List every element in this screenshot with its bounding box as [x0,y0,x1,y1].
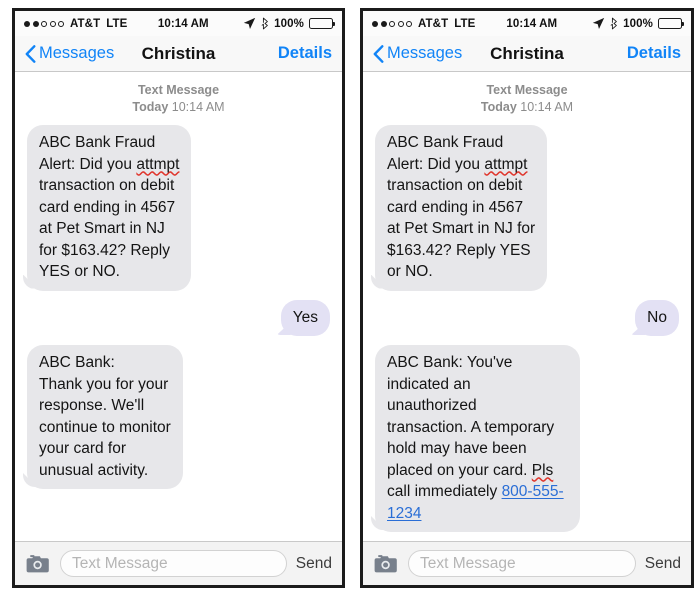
network-type-label: LTE [106,17,128,30]
chevron-left-icon [373,44,384,63]
message-composer: Text Message Send [363,541,691,585]
bluetooth-icon [610,17,618,30]
details-button[interactable]: Details [278,44,332,63]
status-right-group: 100% [243,17,336,30]
signal-strength-dots [372,20,412,27]
conversation-thread[interactable]: Text Message Today 10:14 AM ABC Bank Fra… [15,72,342,541]
battery-percent-label: 100% [274,17,304,30]
location-arrow-icon [592,17,605,30]
message-bubble-received[interactable]: ABC Bank: Thank you for your response. W… [27,345,183,489]
message-bubble-sent[interactable]: Yes [280,299,330,336]
battery-full-icon [658,18,685,29]
carrier-label: AT&T [70,17,101,30]
message-bubble-received[interactable]: ABC Bank Fraud Alert: Did you attmpt tra… [375,125,548,291]
send-button[interactable]: Send [645,555,681,573]
spellcheck-word: Pls [531,461,554,479]
location-arrow-icon [243,17,256,30]
message-bubble-received[interactable]: ABC Bank: You've indicated an unauthoriz… [375,345,580,532]
message-row: ABC Bank Fraud Alert: Did you attmpt tra… [27,125,330,291]
bluetooth-icon [261,17,269,30]
send-button[interactable]: Send [296,555,332,573]
thread-time-label: 10:14 AM [520,100,574,114]
battery-percent-label: 100% [623,17,653,30]
thread-timestamp: Text Message Today 10:14 AM [375,82,679,116]
status-bar: AT&T LTE 10:14 AM 100% [15,11,342,36]
message-bubble-received[interactable]: ABC Bank Fraud Alert: Did you attmpt tra… [27,125,192,291]
back-button-label: Messages [39,44,115,62]
navigation-bar: Messages Christina Details [363,36,691,72]
message-input-placeholder: Text Message [420,554,516,572]
details-button[interactable]: Details [627,44,681,63]
message-composer: Text Message Send [15,541,342,585]
message-row: ABC Bank Fraud Alert: Did you attmpt tra… [375,125,679,291]
camera-icon[interactable] [373,554,399,574]
thread-timestamp: Text Message Today 10:14 AM [27,82,330,116]
phone-panel-left: AT&T LTE 10:14 AM 100% Messages Christin… [12,8,345,588]
status-right-group: 100% [592,17,685,30]
message-text-part: call immediately [387,483,498,500]
back-button-label: Messages [387,44,463,62]
status-left-group: AT&T LTE [24,18,127,30]
phone-panel-right: AT&T LTE 10:14 AM 100% Messages Christin… [360,8,694,588]
thread-day-label: Today [480,100,517,114]
message-input[interactable]: Text Message [60,550,287,577]
chevron-left-icon [25,44,36,63]
status-clock: 10:14 AM [506,17,558,30]
status-bar: AT&T LTE 10:14 AM 100% [363,11,691,36]
message-input[interactable]: Text Message [408,550,636,577]
message-text-part: transaction on debit card ending in 4567… [387,177,536,280]
status-clock: 10:14 AM [157,17,209,30]
battery-full-icon [309,18,336,29]
message-text-part: transaction on debit card ending in 4567… [39,177,176,280]
screenshot-root: AT&T LTE 10:14 AM 100% Messages Christin… [0,0,700,597]
spellcheck-word: attmpt [136,155,180,173]
message-row: ABC Bank: You've indicated an unauthoriz… [375,345,679,532]
back-to-messages-button[interactable]: Messages [25,44,114,63]
thread-kind-label: Text Message [137,83,220,97]
camera-icon[interactable] [25,554,51,574]
message-input-placeholder: Text Message [72,554,168,572]
spellcheck-word: attmpt [484,155,528,173]
carrier-label: AT&T [418,17,449,30]
message-row: No [375,299,679,336]
navigation-bar: Messages Christina Details [15,36,342,72]
back-to-messages-button[interactable]: Messages [373,44,462,63]
network-type-label: LTE [454,17,476,30]
message-row: ABC Bank: Thank you for your response. W… [27,345,330,489]
message-bubble-sent[interactable]: No [635,299,679,336]
conversation-thread[interactable]: Text Message Today 10:14 AM ABC Bank Fra… [363,72,691,541]
status-left-group: AT&T LTE [372,18,475,30]
thread-day-label: Today [132,100,169,114]
message-row: Yes [27,299,330,336]
message-text-part: ABC Bank: You've indicated an unauthoriz… [387,354,555,479]
thread-kind-label: Text Message [486,83,568,97]
signal-strength-dots [24,20,64,27]
